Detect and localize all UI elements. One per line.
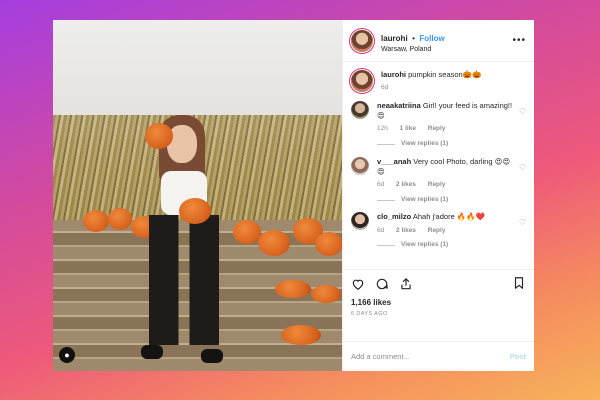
header-meta: laurohi • Follow Warsaw, Poland	[381, 27, 445, 55]
comment-body: Ahah j'adore 🔥🔥❤️	[412, 212, 485, 222]
comment-username[interactable]: v___anah	[377, 157, 411, 166]
comment-age: 6d	[377, 226, 385, 234]
avatar[interactable]	[351, 212, 369, 231]
held-pumpkin	[145, 123, 173, 149]
heart-icon[interactable]	[351, 277, 365, 291]
reply-button[interactable]: Reply	[428, 227, 446, 234]
photo-pumpkin	[281, 325, 321, 345]
post-header: laurohi • Follow Warsaw, Poland •••	[343, 20, 534, 62]
view-replies-button[interactable]: View replies (1)	[377, 241, 517, 250]
heart-icon[interactable]: ♡	[519, 107, 526, 116]
photo-pumpkin	[258, 230, 290, 256]
more-horizontal-icon[interactable]: •••	[512, 35, 526, 46]
photo-pumpkin	[311, 285, 341, 303]
comment-text: clo_milzo Ahah j'adore 🔥🔥❤️ 6d 2 likes R…	[377, 212, 517, 250]
comment-icon[interactable]	[375, 277, 389, 291]
comment-username[interactable]: clo_milzo	[377, 212, 411, 221]
comment-likes[interactable]: 1 like	[400, 125, 416, 132]
avatar[interactable]	[351, 70, 373, 92]
comment-meta: 12h 1 like Reply	[377, 125, 517, 134]
photo-pumpkin	[108, 208, 132, 230]
list-item: clo_milzo Ahah j'adore 🔥🔥❤️ 6d 2 likes R…	[351, 212, 526, 250]
person-pants	[149, 215, 219, 345]
post-comment-button[interactable]: Post	[510, 352, 526, 361]
likes-count[interactable]: 1,166 likes	[351, 298, 526, 307]
list-item: v___anah Very cool Photo, darling 😍😍😍 6d…	[351, 156, 526, 205]
comment-text: neaakatriina Girl! your feed is amazing!…	[377, 101, 517, 149]
heart-icon[interactable]: ♡	[519, 163, 526, 172]
avatar[interactable]	[351, 100, 369, 119]
post-timestamp: 6 DAYS AGO	[351, 311, 388, 317]
comment-meta: 6d 2 likes Reply	[377, 181, 517, 190]
comment-age: 6d	[377, 180, 385, 188]
comment-input[interactable]	[351, 352, 491, 361]
post-sidebar: laurohi • Follow Warsaw, Poland ••• laur…	[342, 20, 534, 371]
caption-username[interactable]: laurohi	[381, 70, 406, 79]
caption-meta: 6d	[381, 84, 521, 93]
person-shoe	[141, 345, 163, 359]
reply-button[interactable]: Reply	[428, 125, 446, 132]
instagram-post-card: ● laurohi • Follow Warsaw, Poland ••• la…	[53, 20, 534, 371]
avatar[interactable]	[351, 156, 369, 175]
bookmark-icon[interactable]	[512, 276, 526, 290]
photo-pumpkin	[275, 280, 311, 298]
comment-meta: 6d 2 likes Reply	[377, 227, 517, 236]
comment-username[interactable]: neaakatriina	[377, 101, 421, 110]
post-username[interactable]: laurohi	[381, 34, 408, 43]
view-replies-button[interactable]: View replies (1)	[377, 196, 517, 205]
comments-list[interactable]: laurohi pumpkin season🎃🎃 6d neaakatriina…	[343, 62, 534, 269]
caption-body: pumpkin season🎃🎃	[408, 70, 482, 79]
lap-pumpkin	[179, 198, 211, 224]
heart-icon[interactable]: ♡	[519, 218, 526, 227]
follow-button[interactable]: Follow	[419, 34, 444, 43]
action-icons	[351, 276, 526, 292]
reply-button[interactable]: Reply	[428, 181, 446, 188]
photo-pumpkin	[83, 210, 109, 232]
avatar[interactable]	[351, 29, 373, 52]
photo-person	[141, 115, 223, 363]
caption-age: 6d	[381, 84, 389, 92]
share-icon[interactable]	[399, 277, 413, 291]
post-actions: 1,166 likes 6 DAYS AGO	[343, 269, 534, 341]
caption-text: laurohi pumpkin season🎃🎃 6d	[381, 70, 521, 93]
comment-age: 12h	[377, 125, 388, 133]
photo-pumpkin	[315, 232, 342, 256]
caption: laurohi pumpkin season🎃🎃 6d	[351, 70, 526, 93]
add-comment-bar: Post	[343, 341, 534, 371]
photo-pumpkin	[233, 220, 261, 244]
comment-likes[interactable]: 2 likes	[396, 181, 416, 188]
post-location[interactable]: Warsaw, Poland	[381, 46, 445, 54]
view-replies-button[interactable]: View replies (1)	[377, 140, 517, 149]
tagged-user-icon[interactable]: ●	[59, 347, 75, 363]
person-shoe	[201, 349, 223, 363]
list-item: neaakatriina Girl! your feed is amazing!…	[351, 100, 526, 149]
comment-likes[interactable]: 2 likes	[396, 227, 416, 234]
post-photo[interactable]: ●	[53, 20, 342, 371]
header-separator: •	[412, 33, 415, 43]
comment-text: v___anah Very cool Photo, darling 😍😍😍 6d…	[377, 157, 517, 205]
